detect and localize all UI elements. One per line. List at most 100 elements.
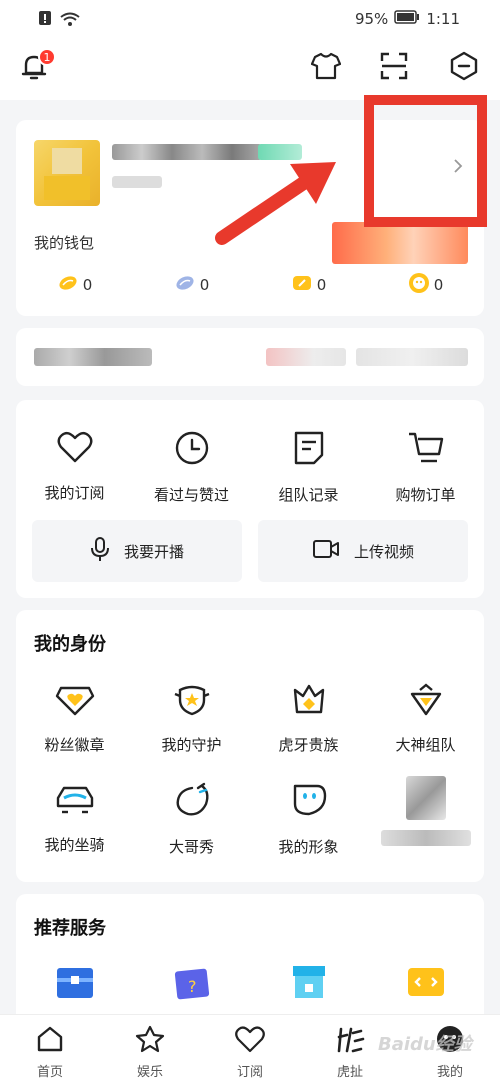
identity-mount[interactable]: 我的坐骑: [16, 782, 133, 857]
service-item-4[interactable]: [367, 964, 484, 1004]
identity-row-1: 粉丝徽章 我的守护 虎牙贵族 大神组队: [16, 682, 484, 755]
wallet-value: 0: [199, 276, 210, 294]
show-icon: [172, 782, 212, 822]
shortcut-orders[interactable]: 购物订单: [367, 430, 484, 505]
service-item-1[interactable]: [16, 964, 133, 1004]
identity-row-2: 我的坐骑 大哥秀 我的形象: [16, 776, 484, 857]
tab-entertainment[interactable]: 娱乐: [100, 1015, 200, 1084]
go-live-button[interactable]: 我要开播: [32, 520, 242, 582]
wallet-label: 我的钱包: [34, 234, 95, 252]
identity-label: 大神组队: [395, 736, 456, 754]
identity-avatar[interactable]: 我的形象: [250, 782, 367, 857]
clock-icon: [174, 430, 210, 470]
treasure-chest-icon: [55, 964, 95, 1004]
services-title: 推荐服务: [34, 918, 106, 939]
wallet-value: 0: [316, 276, 327, 294]
team-crown-icon: [406, 682, 446, 720]
tab-subscribe[interactable]: 订阅: [200, 1015, 300, 1084]
banner-right: [356, 348, 468, 366]
tab-label: 娱乐: [136, 1065, 163, 1080]
identity-label: 我的守护: [161, 736, 222, 754]
tab-label: 首页: [36, 1065, 63, 1080]
wallet-balances: 0 0 0 0: [16, 272, 484, 298]
notification-button[interactable]: 1: [16, 48, 56, 86]
clock-time: 1:11: [426, 10, 460, 28]
wallet-promo[interactable]: [332, 222, 468, 264]
tab-label: 订阅: [236, 1065, 263, 1080]
identity-label: 虎牙贵族: [278, 736, 339, 754]
battery-icon: [394, 10, 420, 28]
blurred-label: [380, 830, 471, 846]
shortcut-label: 我的订阅: [44, 484, 105, 502]
annotation-arrow: [212, 150, 342, 254]
identity-team[interactable]: 大神组队: [367, 682, 484, 755]
identity-guard[interactable]: 我的守护: [133, 682, 250, 755]
tshirt-icon: [310, 52, 342, 84]
guard-shield-icon: [172, 682, 212, 720]
scan-icon: [379, 51, 409, 85]
mystery-box-icon: ?: [172, 964, 212, 1004]
star-icon: [135, 1025, 165, 1057]
shortcut-team-records[interactable]: 组队记录: [250, 430, 367, 505]
dress-up-button[interactable]: [308, 50, 344, 86]
avatar: [34, 140, 100, 206]
wallet-gold-bean[interactable]: 0: [16, 272, 133, 298]
tab-label: 我的: [436, 1065, 463, 1080]
ticket-icon: [291, 274, 313, 296]
identity-label: 大哥秀: [168, 838, 214, 856]
coin-icon: [408, 272, 430, 298]
shortcut-subscriptions[interactable]: 我的订阅: [16, 430, 133, 505]
car-icon: [54, 782, 96, 820]
wallet-value: 0: [433, 276, 444, 294]
scan-button[interactable]: [376, 50, 412, 86]
battery-percent: 95%: [354, 10, 389, 28]
sim-alert-icon: [38, 10, 52, 30]
services-grid: ?: [16, 964, 484, 1004]
banner-middle: [266, 348, 346, 366]
shortcut-label: 看过与赞过: [153, 486, 229, 504]
tab-home[interactable]: 首页: [0, 1015, 100, 1084]
go-live-label: 我要开播: [123, 542, 184, 561]
tab-label: 虎扯: [336, 1065, 363, 1080]
identity-blurred-item[interactable]: [367, 776, 484, 857]
banner-card[interactable]: [16, 328, 484, 386]
settings-button[interactable]: [446, 50, 482, 86]
blurred-icon: [405, 776, 446, 820]
microphone-icon: [90, 536, 110, 566]
identity-fan-badge[interactable]: 粉丝徽章: [16, 682, 133, 755]
wallet-ticket[interactable]: 0: [250, 272, 367, 298]
gold-bean-icon: [57, 274, 79, 296]
shortcut-grid: 我的订阅 看过与赞过 组队记录 购物订单: [16, 430, 484, 505]
shortcut-label: 组队记录: [278, 486, 339, 504]
avatar-shape-icon: [289, 782, 329, 822]
shortcut-history[interactable]: 看过与赞过: [133, 430, 250, 505]
wallet-silver-bean[interactable]: 0: [133, 272, 250, 298]
identity-show[interactable]: 大哥秀: [133, 782, 250, 857]
heart-icon: [57, 430, 93, 468]
upload-video-label: 上传视频: [353, 542, 414, 561]
user-id: [112, 176, 162, 188]
silver-bean-icon: [174, 274, 196, 296]
watermark: Baidu经验: [378, 1034, 472, 1055]
settings-hexagon-icon: [449, 51, 479, 85]
top-bar: 1: [0, 38, 500, 100]
banner-left: [34, 348, 152, 366]
document-icon: [292, 430, 326, 470]
crown-icon: [289, 682, 329, 720]
home-icon: [36, 1025, 64, 1057]
identity-label: 粉丝徽章: [44, 736, 105, 754]
notification-badge: 1: [38, 48, 56, 66]
services-card: 推荐服务 ?: [16, 894, 484, 1034]
status-bar: 95% 1:11: [0, 0, 500, 38]
service-item-2[interactable]: ?: [133, 964, 250, 1004]
heart-icon: [235, 1025, 265, 1057]
wallet-coin[interactable]: 0: [367, 272, 484, 298]
game-icon: [406, 964, 446, 1004]
identity-noble[interactable]: 虎牙贵族: [250, 682, 367, 755]
fan-badge-icon: [55, 682, 95, 720]
service-item-3[interactable]: [250, 964, 367, 1004]
video-camera-icon: [312, 538, 340, 564]
identity-card: 我的身份 粉丝徽章 我的守护 虎牙贵族 大神组队 我的坐骑 大哥秀 我的形象: [16, 610, 484, 882]
shortcut-label: 购物订单: [395, 486, 456, 504]
upload-video-button[interactable]: 上传视频: [258, 520, 468, 582]
